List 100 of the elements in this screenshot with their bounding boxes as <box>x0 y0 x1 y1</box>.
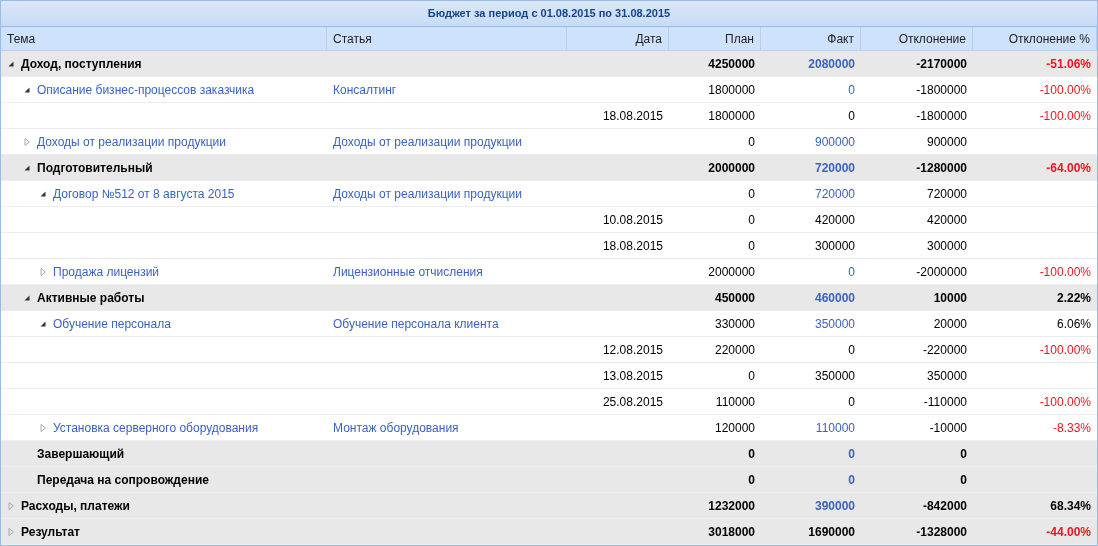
collapsed-toggle-icon[interactable] <box>7 501 15 510</box>
article-link[interactable]: Монтаж оборудования <box>333 420 459 435</box>
article-link[interactable]: Обучение персонала клиента <box>333 316 499 331</box>
table-cell: 420000 <box>926 212 967 227</box>
table-cell: -100.00% <box>1039 82 1091 97</box>
table-cell: 0 <box>848 108 855 123</box>
expanded-toggle-icon[interactable] <box>7 59 15 68</box>
group-label: Результат <box>21 524 80 539</box>
table-cell: 1232000 <box>708 498 755 513</box>
table-cell: -100.00% <box>1039 264 1091 279</box>
fact-link[interactable]: 350000 <box>814 316 855 331</box>
fact-link[interactable]: 900000 <box>814 134 855 149</box>
group-label: Передача на сопровождение <box>37 472 209 487</box>
column-header[interactable]: План <box>669 27 761 50</box>
table-cell: 300000 <box>926 238 967 253</box>
fact-link[interactable]: 460000 <box>814 290 855 305</box>
expanded-toggle-icon[interactable] <box>39 319 47 328</box>
table-cell: 25.08.2015 <box>602 394 663 409</box>
table-cell: 0 <box>848 394 855 409</box>
expanded-toggle-icon[interactable] <box>23 85 31 94</box>
group-label: Активные работы <box>37 290 145 305</box>
tree-link[interactable]: Договор №512 от 8 августа 2015 <box>53 186 235 201</box>
table-cell: -51.06% <box>1046 56 1091 71</box>
table-cell: 0 <box>960 472 967 487</box>
table-cell: -44.00% <box>1046 524 1091 539</box>
collapsed-toggle-icon[interactable] <box>7 527 15 536</box>
table-cell: 3018000 <box>708 524 755 539</box>
collapsed-toggle-icon[interactable] <box>23 137 31 146</box>
article-link[interactable]: Лицензионные отчисления <box>333 264 483 279</box>
article-link[interactable]: Доходы от реализации продукции <box>333 134 522 149</box>
table-cell: 0 <box>960 446 967 461</box>
table-cell: 0 <box>848 342 855 357</box>
table-cell: -842000 <box>922 498 967 513</box>
table-cell: 1800000 <box>708 82 755 97</box>
table-cell: 120000 <box>714 420 755 435</box>
group-label: Расходы, платежи <box>21 498 130 513</box>
table-cell: 4250000 <box>708 56 755 71</box>
column-header[interactable]: Статья <box>327 27 567 50</box>
collapsed-toggle-icon[interactable] <box>39 423 47 432</box>
tree-link[interactable]: Доходы от реализации продукции <box>37 134 226 149</box>
fact-link[interactable]: 0 <box>848 472 855 487</box>
fact-link[interactable]: 0 <box>848 446 855 461</box>
table-cell: 900000 <box>926 134 967 149</box>
table-cell: 18.08.2015 <box>602 108 663 123</box>
table-cell: 2.22% <box>1056 290 1091 305</box>
column-header[interactable]: Дата <box>567 27 669 50</box>
collapsed-toggle-icon[interactable] <box>39 267 47 276</box>
table-cell: 18.08.2015 <box>602 238 663 253</box>
table-cell: 0 <box>748 238 755 253</box>
column-header[interactable]: Факт <box>761 27 861 50</box>
table-cell: 450000 <box>714 290 755 305</box>
column-header[interactable]: Отклонение <box>861 27 973 50</box>
fact-link[interactable]: 0 <box>848 264 855 279</box>
table-cell: 0 <box>748 212 755 227</box>
group-label: Доход, поступления <box>21 56 142 71</box>
table-cell: 0 <box>748 472 755 487</box>
table-cell: 10.08.2015 <box>602 212 663 227</box>
article-link[interactable]: Консалтинг <box>333 82 397 97</box>
expanded-toggle-icon[interactable] <box>39 189 47 198</box>
fact-link[interactable]: 2080000 <box>808 56 855 71</box>
expanded-toggle-icon[interactable] <box>23 163 31 172</box>
table-cell: -10000 <box>929 420 967 435</box>
table-cell: -100.00% <box>1039 342 1091 357</box>
table-cell: -8.33% <box>1052 420 1091 435</box>
fact-link[interactable]: 720000 <box>814 186 855 201</box>
table-cell: 13.08.2015 <box>602 368 663 383</box>
tree-link[interactable]: Описание бизнес-процессов заказчика <box>37 82 255 97</box>
table-cell: 350000 <box>814 368 855 383</box>
article-link[interactable]: Доходы от реализации продукции <box>333 186 522 201</box>
column-header[interactable]: Отклонение % <box>973 27 1097 50</box>
table-cell: 420000 <box>814 212 855 227</box>
table-cell: -110000 <box>923 394 967 409</box>
table-cell: 2000000 <box>708 160 755 175</box>
tree-link[interactable]: Установка серверного оборудования <box>53 420 259 435</box>
table-cell: 12.08.2015 <box>602 342 663 357</box>
fact-link[interactable]: 0 <box>848 82 855 97</box>
table-cell: 330000 <box>714 316 755 331</box>
table-cell: 0 <box>748 186 755 201</box>
table-cell: 0 <box>748 446 755 461</box>
group-label: Завершающий <box>37 446 125 461</box>
table-cell: 110000 <box>715 394 755 409</box>
fact-link[interactable]: 110000 <box>815 420 855 435</box>
table-cell: -1800000 <box>916 108 967 123</box>
grid-title: Бюджет за период с 01.08.2015 по 31.08.2015 <box>1 1 1097 27</box>
table-cell: 2000000 <box>708 264 755 279</box>
table-cell: 720000 <box>926 186 967 201</box>
table-cell: 1690000 <box>808 524 855 539</box>
tree-link[interactable]: Продажа лицензий <box>53 264 160 279</box>
table-cell: -1328000 <box>916 524 967 539</box>
table-cell: -100.00% <box>1039 108 1091 123</box>
table-cell: 6.06% <box>1056 316 1091 331</box>
expanded-toggle-icon[interactable] <box>23 293 31 302</box>
group-label: Подготовительный <box>37 160 153 175</box>
fact-link[interactable]: 720000 <box>814 160 855 175</box>
tree-link[interactable]: Обучение персонала <box>53 316 171 331</box>
column-header[interactable]: Тема <box>1 27 327 50</box>
table-cell: -1800000 <box>916 82 967 97</box>
fact-link[interactable]: 390000 <box>814 498 855 513</box>
table-cell: 10000 <box>933 290 967 305</box>
table-cell: 1800000 <box>708 108 755 123</box>
